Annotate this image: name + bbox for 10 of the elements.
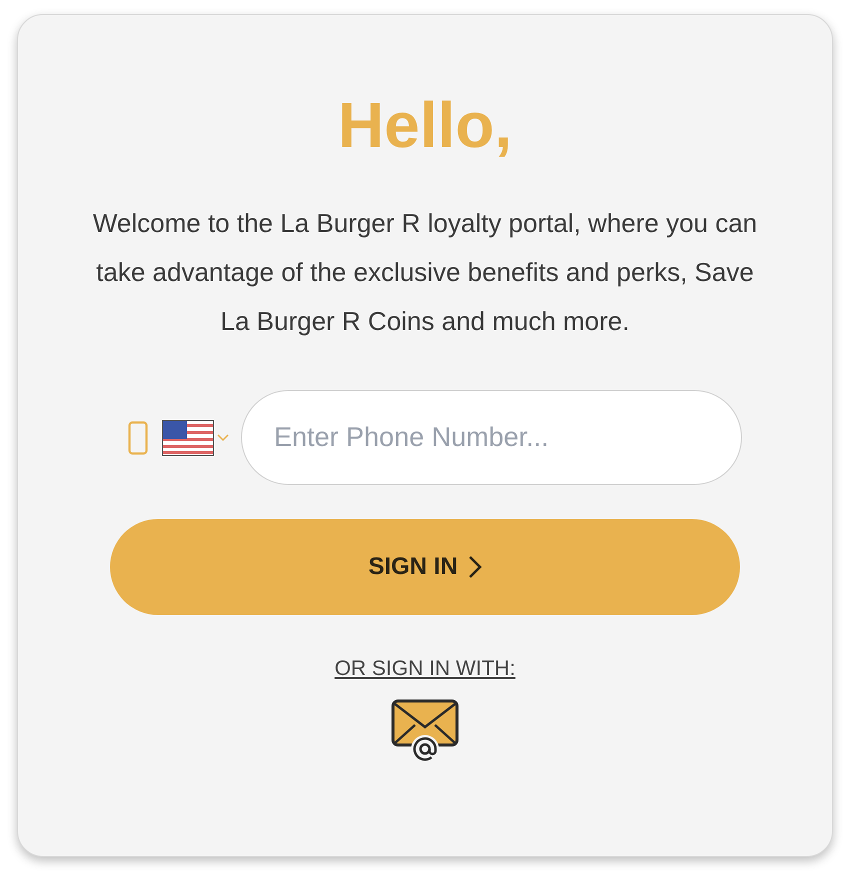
us-flag-icon <box>162 420 214 456</box>
phone-input-field[interactable]: Enter Phone Number... <box>241 390 742 485</box>
chevron-right-icon <box>468 555 482 579</box>
chevron-down-icon <box>217 434 229 442</box>
greeting-title: Hello, <box>338 88 512 163</box>
alt-sign-in-link[interactable]: OR SIGN IN WITH: <box>334 653 516 684</box>
country-selector[interactable] <box>162 420 229 456</box>
welcome-text: Welcome to the La Burger R loyalty portal, where you can take advantage of the exclusive benefits and perks, Save La Burger R Coins and much more. <box>92 207 758 338</box>
phone-icon <box>128 420 148 454</box>
sign-in-button[interactable]: SIGN IN <box>110 519 740 615</box>
